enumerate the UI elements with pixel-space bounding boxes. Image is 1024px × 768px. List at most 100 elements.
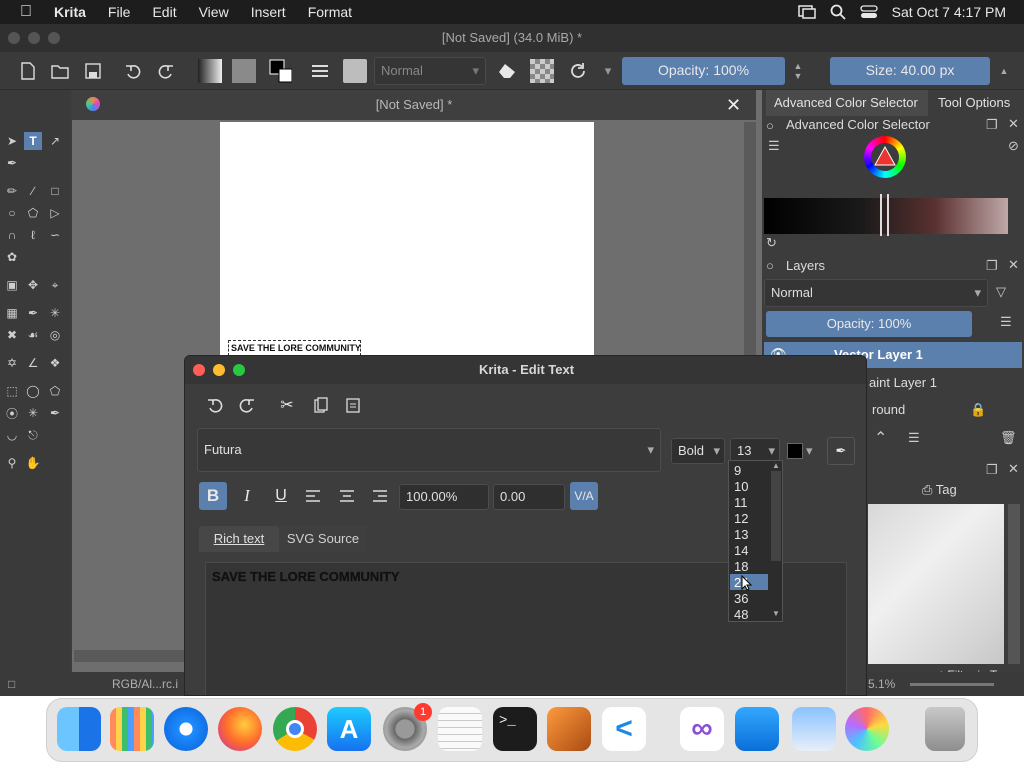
crop-tool-icon[interactable]: ⌖ bbox=[46, 276, 64, 294]
save-icon[interactable] bbox=[81, 59, 105, 83]
menu-format[interactable]: Format bbox=[297, 4, 363, 20]
close-docker-icon[interactable]: ✕ bbox=[1008, 461, 1019, 477]
ellipse-tool-icon[interactable]: ○ bbox=[3, 204, 21, 222]
close-document-icon[interactable]: ✕ bbox=[726, 95, 741, 116]
edit-shapes-tool-icon[interactable]: ↗ bbox=[46, 132, 64, 150]
kerning-button[interactable]: V/A bbox=[570, 482, 598, 510]
size-option[interactable]: 36 bbox=[734, 591, 748, 606]
presets-scrollbar[interactable] bbox=[1008, 504, 1020, 664]
size-slider[interactable]: Size: 40.00 px bbox=[830, 57, 990, 85]
opacity-spin-icon[interactable]: ▲ ▼ bbox=[786, 59, 810, 83]
freehand-brush-tool-icon[interactable]: ✏ bbox=[3, 182, 21, 200]
size-option[interactable]: 12 bbox=[734, 511, 748, 526]
chevron-down-icon[interactable]: ▾ bbox=[596, 59, 620, 83]
eraser-icon[interactable] bbox=[495, 59, 519, 83]
redo-icon[interactable] bbox=[233, 391, 261, 419]
apple-icon[interactable]:  bbox=[0, 3, 43, 21]
contiguous-select-tool-icon[interactable]: ✳ bbox=[24, 404, 42, 422]
select-shape-tool-icon[interactable]: ➤ bbox=[3, 132, 21, 150]
canvas-text-shape[interactable]: SAVE THE LORE COMMUNITY bbox=[228, 340, 361, 356]
document-paper[interactable] bbox=[220, 122, 594, 362]
lock-icon[interactable]: ○ bbox=[766, 118, 774, 133]
dropdown-scrollbar[interactable] bbox=[771, 471, 781, 561]
window-minimize-button[interactable] bbox=[28, 32, 40, 44]
colorspace-label[interactable]: RGB/Al...rc.i bbox=[112, 672, 178, 696]
delete-layer-icon[interactable]: 🗑 bbox=[1000, 430, 1017, 446]
lock-icon[interactable]: 🔒 bbox=[970, 402, 986, 418]
move-layer-up-icon[interactable]: ⌃ bbox=[874, 428, 887, 448]
tab-svg-source[interactable]: SVG Source bbox=[279, 526, 367, 552]
font-family-select[interactable]: Futura ▾ bbox=[197, 428, 661, 472]
move-tool-icon[interactable]: ✥ bbox=[24, 276, 42, 294]
bezier-tool-icon[interactable]: ∩ bbox=[3, 226, 21, 244]
screen-mirroring-icon[interactable] bbox=[797, 5, 816, 19]
trash-icon[interactable] bbox=[925, 707, 965, 751]
close-docker-icon[interactable]: ✕ bbox=[1008, 257, 1019, 273]
selection-icon[interactable]: □ bbox=[8, 672, 15, 696]
document-tab[interactable]: [Not Saved] * bbox=[72, 90, 756, 120]
color-settings-icon[interactable]: ☰ bbox=[768, 138, 780, 154]
blend-mode-select[interactable]: Normal ▾ bbox=[374, 57, 486, 85]
rect-select-tool-icon[interactable]: ⬚ bbox=[3, 382, 21, 400]
assistant-tool-icon[interactable]: ✡ bbox=[3, 354, 21, 372]
magnetic-select-tool-icon[interactable]: ⎋ bbox=[24, 426, 42, 444]
dialog-close-button[interactable] bbox=[193, 364, 205, 376]
polygon-select-tool-icon[interactable]: ⬠ bbox=[46, 382, 64, 400]
undo-icon[interactable] bbox=[121, 59, 145, 83]
line-tool-icon[interactable]: ∕ bbox=[24, 182, 42, 200]
firefox-icon[interactable] bbox=[218, 707, 262, 751]
similar-select-tool-icon[interactable]: ✒ bbox=[46, 404, 64, 422]
scroll-up-icon[interactable]: ▲ bbox=[772, 461, 780, 470]
size-option[interactable]: 9 bbox=[734, 463, 741, 478]
paste-icon[interactable] bbox=[339, 391, 367, 419]
size-option[interactable]: 10 bbox=[734, 479, 748, 494]
tab-rich-text[interactable]: Rich text bbox=[199, 526, 279, 552]
undo-icon[interactable] bbox=[201, 391, 229, 419]
brush-settings-icon[interactable] bbox=[308, 59, 332, 83]
ellipse-select-tool-icon[interactable]: ◯ bbox=[24, 382, 42, 400]
freehand-path-tool-icon[interactable]: ℓ bbox=[24, 226, 42, 244]
float-docker-icon[interactable]: ❐ bbox=[986, 258, 998, 274]
colorize-mask-tool-icon[interactable]: ✖ bbox=[3, 326, 21, 344]
chevron-down-icon[interactable]: ▾ bbox=[806, 443, 813, 459]
measure-tool-icon[interactable]: ∠ bbox=[24, 354, 42, 372]
scroll-down-icon[interactable]: ▼ bbox=[772, 609, 780, 618]
launchpad-icon[interactable] bbox=[110, 707, 154, 751]
eyedropper-icon[interactable]: ✒ bbox=[827, 437, 855, 465]
layer-blend-select[interactable]: Normal ▾ bbox=[764, 279, 988, 307]
size-option[interactable]: 11 bbox=[734, 495, 748, 510]
garageband-icon[interactable] bbox=[547, 707, 591, 751]
search-icon[interactable] bbox=[830, 4, 846, 20]
size-option[interactable]: 48 bbox=[734, 607, 748, 622]
dynamic-brush-tool-icon[interactable]: ∽ bbox=[46, 226, 64, 244]
visual-studio-icon[interactable]: ∞ bbox=[680, 707, 724, 751]
new-document-icon[interactable] bbox=[16, 59, 40, 83]
pattern-icon[interactable] bbox=[232, 59, 256, 83]
text-tool-icon[interactable]: T bbox=[24, 132, 42, 150]
transform-tool-icon[interactable]: ▣ bbox=[3, 276, 21, 294]
textedit-icon[interactable] bbox=[438, 707, 482, 751]
gradient-tool-icon[interactable]: ▦ bbox=[3, 304, 21, 322]
redo-icon[interactable] bbox=[154, 59, 178, 83]
window-close-button[interactable] bbox=[8, 32, 20, 44]
tab-tool-options[interactable]: Tool Options bbox=[930, 90, 1018, 116]
control-center-icon[interactable] bbox=[859, 5, 878, 19]
multibrush-tool-icon[interactable]: ✿ bbox=[3, 248, 21, 266]
rectangle-tool-icon[interactable]: □ bbox=[46, 182, 64, 200]
zoom-slider[interactable] bbox=[910, 683, 994, 686]
chrome-icon[interactable] bbox=[273, 707, 317, 751]
underline-button[interactable]: U bbox=[267, 482, 295, 510]
size-option[interactable]: 14 bbox=[734, 543, 748, 558]
reference-tool-icon[interactable]: ❖ bbox=[46, 354, 64, 372]
preview-icon[interactable] bbox=[792, 707, 836, 751]
window-zoom-button[interactable] bbox=[48, 32, 60, 44]
filter-icon[interactable]: ▽ bbox=[996, 284, 1006, 300]
cut-icon[interactable]: ✂ bbox=[273, 391, 301, 419]
safari-icon[interactable] bbox=[164, 707, 208, 751]
dialog-zoom-button[interactable] bbox=[233, 364, 245, 376]
vscode-icon[interactable]: < bbox=[602, 707, 646, 751]
float-docker-icon[interactable]: ❐ bbox=[986, 462, 998, 478]
horizontal-scrollbar[interactable] bbox=[74, 650, 186, 662]
polyline-tool-icon[interactable]: ▷ bbox=[46, 204, 64, 222]
clock[interactable]: Sat Oct 7 4:17 PM bbox=[892, 4, 1006, 20]
